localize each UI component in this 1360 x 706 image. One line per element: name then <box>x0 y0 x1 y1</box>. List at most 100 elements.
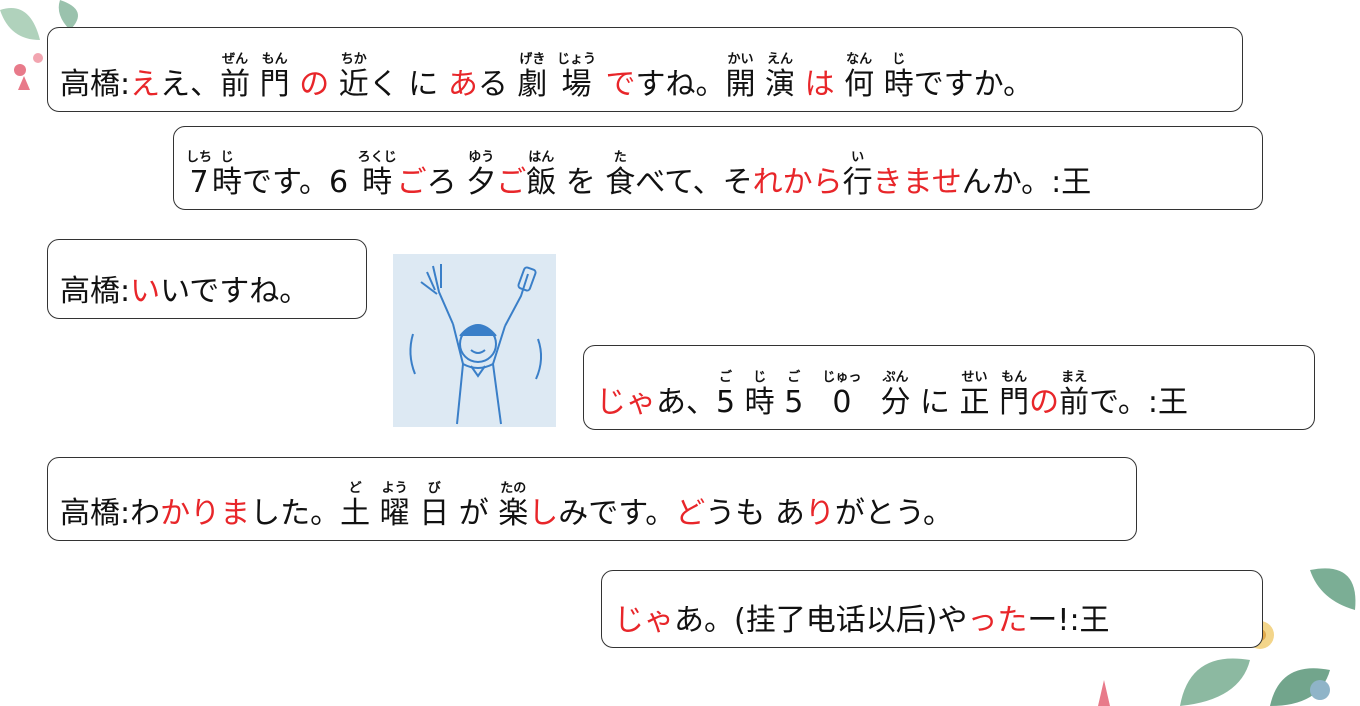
base-text: は <box>804 67 835 102</box>
text-segment <box>735 371 745 421</box>
base-text <box>990 385 1000 421</box>
base-text: 正 <box>959 385 990 420</box>
dialogue-line: 高橋: いいですね。 <box>60 260 309 310</box>
text-segment: に <box>910 371 959 421</box>
text-segment: え <box>130 53 160 103</box>
text-segment: る <box>478 53 518 103</box>
furigana <box>558 482 675 496</box>
base-text: 時 <box>744 385 775 420</box>
furigana: はん <box>528 150 555 165</box>
text-segment: を <box>556 151 605 201</box>
furigana <box>753 151 843 165</box>
furigana: せい <box>961 370 988 385</box>
furigana <box>674 589 967 603</box>
furigana: ちか <box>340 52 367 67</box>
base-text: った <box>967 603 1028 638</box>
base-text <box>795 67 805 103</box>
text-segment: たの楽 <box>498 482 528 532</box>
furigana <box>606 53 636 67</box>
text-segment: た食 <box>605 151 635 201</box>
person-cheering-illustration <box>393 254 556 427</box>
furigana <box>547 53 557 67</box>
base-text: 5 <box>784 385 804 420</box>
base-text: 前 <box>220 67 251 102</box>
furigana <box>874 53 884 67</box>
base-text: ですか。 <box>913 67 1034 102</box>
text-segment: じ時 <box>212 151 242 201</box>
base-text: ご <box>496 165 527 200</box>
base-text <box>756 67 766 103</box>
base-text: ど <box>675 496 706 531</box>
text-segment: び日 <box>419 482 449 532</box>
base-text: 分 <box>880 385 911 420</box>
base-text: 楽 <box>498 496 529 531</box>
furigana: ぜん <box>222 52 249 67</box>
base-text: い <box>130 274 161 309</box>
base-text: 近 <box>338 67 369 102</box>
text-segment <box>596 53 606 103</box>
text-segment: なん何 <box>844 53 874 103</box>
text-segment: まえ前 <box>1059 371 1089 421</box>
furigana <box>962 151 1092 165</box>
furigana: じょう <box>556 52 596 67</box>
text-segment: した。 <box>250 482 340 532</box>
dialogue-bubble-takahashi-2: 高橋: いいですね。 <box>47 239 367 319</box>
base-text: の <box>299 67 330 102</box>
base-text: すね。 <box>635 67 726 102</box>
furigana: び <box>427 481 441 496</box>
text-segment <box>547 53 557 103</box>
base-text <box>329 67 339 103</box>
text-segment <box>775 371 785 421</box>
text-segment: ご5 <box>784 371 803 421</box>
base-text: んか。:王 <box>961 165 1092 200</box>
furigana <box>160 482 250 496</box>
text-segment: がとう。 <box>835 482 953 532</box>
furigana <box>636 53 726 67</box>
text-segment: です。6 <box>242 151 358 201</box>
base-text: 時 <box>212 165 243 200</box>
furigana: かい <box>727 52 754 67</box>
text-segment: に <box>408 53 448 103</box>
furigana <box>1027 589 1109 603</box>
furigana: じ <box>220 150 234 165</box>
base-text: 食 <box>605 165 636 200</box>
base-text: 門 <box>259 67 290 102</box>
furigana: たの <box>500 481 527 496</box>
furigana <box>60 53 130 67</box>
text-segment: んか。:王 <box>962 151 1092 201</box>
text-segment: ゆう夕 <box>466 151 496 201</box>
base-text: ろ <box>426 165 467 200</box>
text-segment: みです。 <box>558 482 675 532</box>
base-text: を <box>556 165 606 200</box>
text-segment: い <box>130 260 160 310</box>
text-segment: ど土 <box>340 482 370 532</box>
base-text <box>803 385 822 421</box>
dialogue-bubble-wang-3: じゃ あ。(挂了电话以后)や った ー!:王 <box>601 570 1263 648</box>
text-segment: 高橋: <box>60 53 130 103</box>
text-segment: はん飯 <box>526 151 556 201</box>
text-segment: あ <box>448 53 478 103</box>
text-segment: じょう場 <box>557 53 596 103</box>
base-text: あ、 <box>656 385 716 420</box>
text-segment: かい開 <box>726 53 756 103</box>
furigana: もん <box>261 52 288 67</box>
text-segment <box>835 53 845 103</box>
furigana <box>705 482 805 496</box>
furigana <box>449 482 498 496</box>
dialogue-line: 高橋:わ かりま した。ど土 よう曜 び日 が たの楽しみです。どうも ありがとう。 <box>60 482 953 532</box>
text-segment <box>874 53 884 103</box>
text-segment: じゃ <box>596 371 656 421</box>
text-segment: すね。 <box>636 53 726 103</box>
text-segment: ぷん分 <box>880 371 910 421</box>
base-text <box>596 67 606 103</box>
base-text: り <box>804 496 835 531</box>
base-text: です。6 <box>242 165 358 200</box>
base-text <box>250 67 260 103</box>
text-segment: ぜん前 <box>220 53 250 103</box>
text-segment: もん門 <box>999 371 1029 421</box>
furigana: しち <box>186 150 213 165</box>
furigana <box>496 151 526 165</box>
furigana <box>160 260 309 274</box>
text-segment: ろ <box>427 151 467 201</box>
furigana: ご <box>719 370 733 385</box>
